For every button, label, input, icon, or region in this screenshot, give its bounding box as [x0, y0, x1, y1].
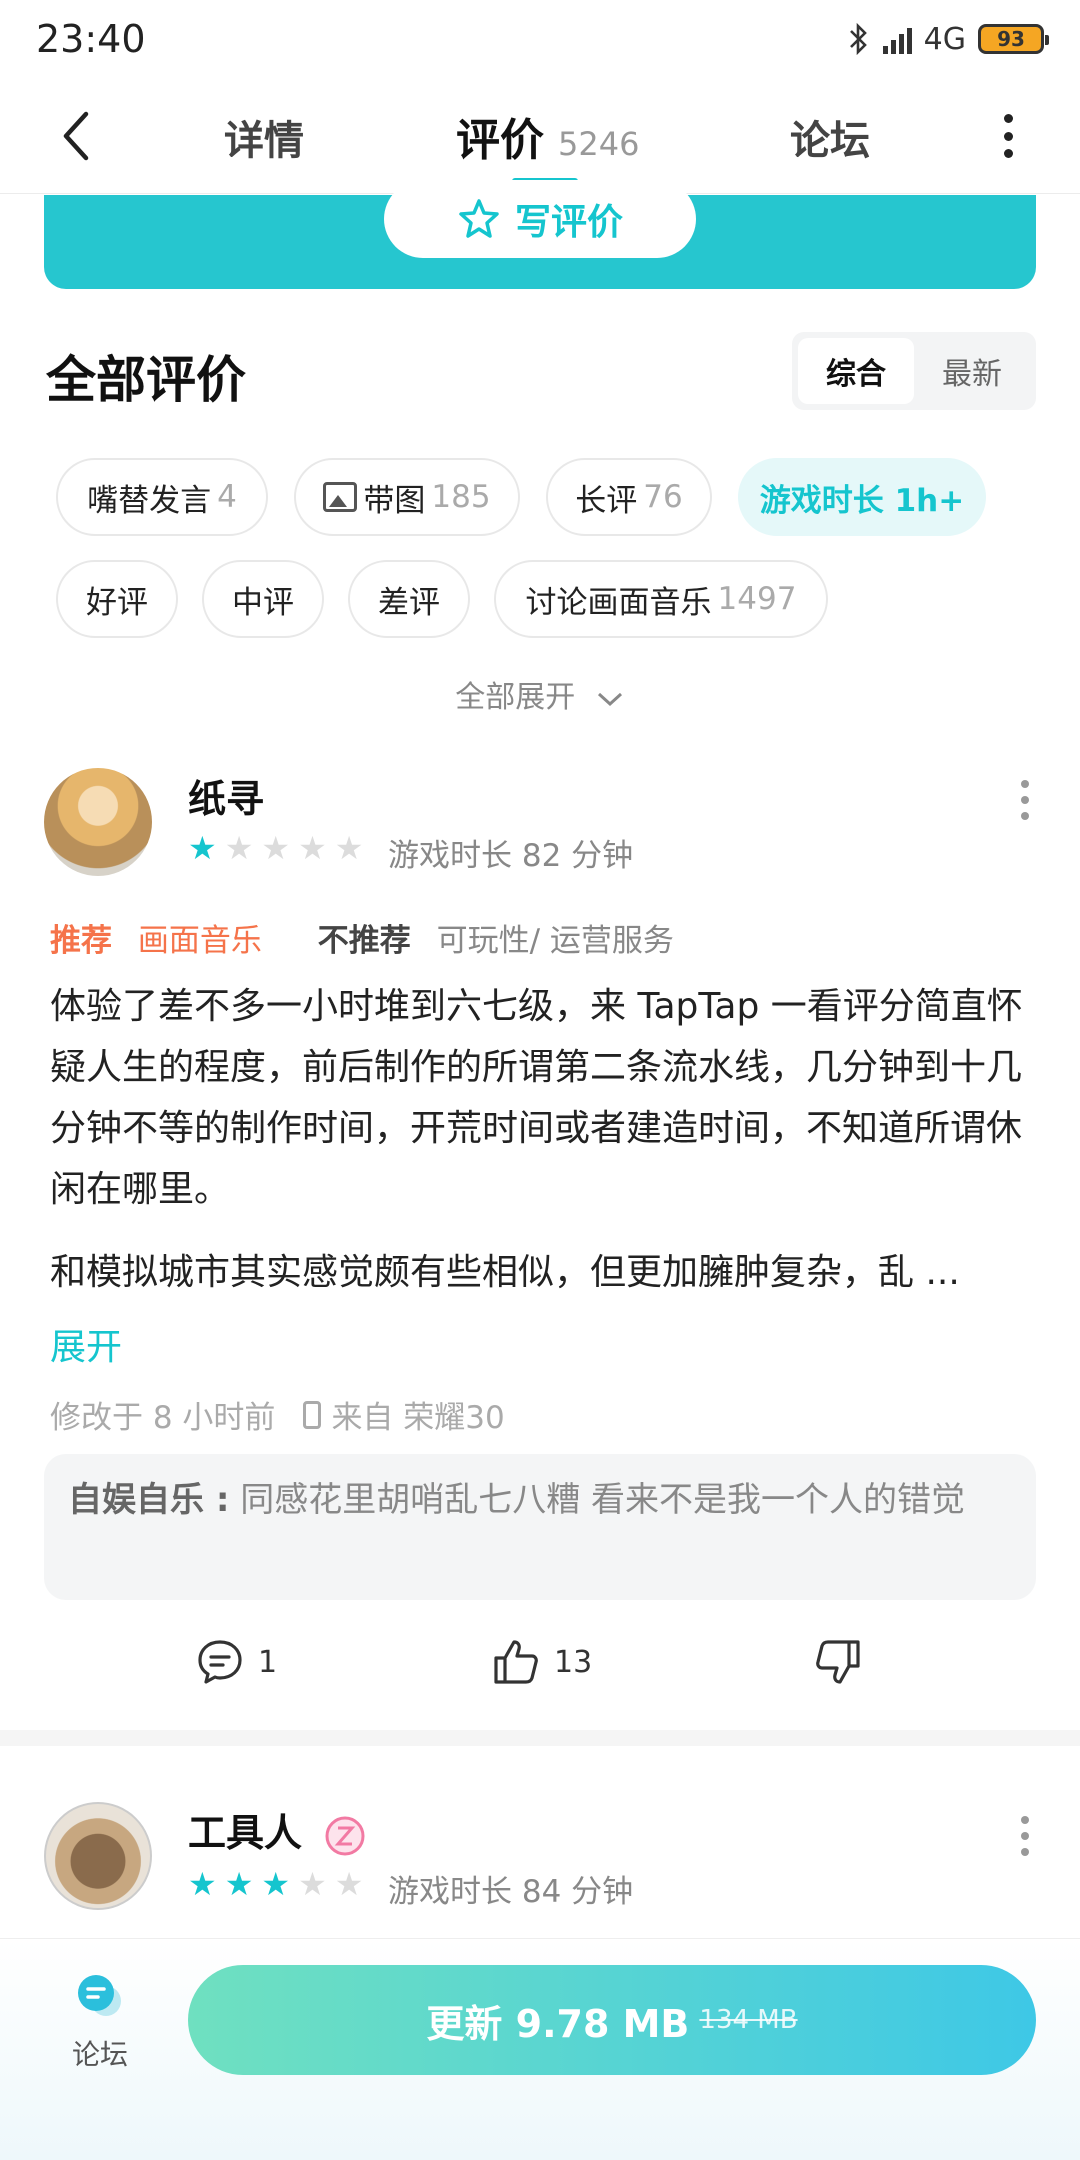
comment-icon: [198, 1640, 242, 1684]
filter-chip[interactable]: 嘴替发言 4: [56, 458, 268, 536]
review-username[interactable]: 工具人: [188, 1802, 367, 1858]
sort-comprehensive[interactable]: 综合: [798, 338, 914, 404]
review-playtime: 游戏时长 82 分钟: [388, 838, 634, 874]
sort-latest[interactable]: 最新: [914, 338, 1030, 404]
rating-stars: ★ ★ ★ ★ ★: [188, 832, 363, 864]
reply-preview[interactable]: 自娱自乐 : 同感花里胡哨乱七八糟 看来不是我一个人的错觉: [44, 1454, 1036, 1600]
more-menu-icon[interactable]: [1002, 114, 1014, 158]
star-filled-icon: ★: [224, 1865, 254, 1903]
original-size: 134 MB: [699, 2005, 798, 2035]
modified-time: 修改于 8 小时前: [50, 1400, 276, 1436]
tab-details[interactable]: 详情: [224, 108, 304, 166]
rating-stars: ★ ★ ★ ★ ★: [188, 1868, 363, 1900]
chevron-down-icon: [597, 692, 622, 706]
section-title: 全部评价: [46, 351, 246, 409]
review-playtime: 游戏时长 84 分钟: [388, 1874, 634, 1910]
review-meta: 修改于 8 小时前 来自 荣耀30: [50, 1392, 505, 1437]
user-badge-icon: [325, 1816, 365, 1855]
tab-reviews[interactable]: 评价 5246: [456, 104, 639, 168]
forum-button[interactable]: 论坛: [54, 1973, 146, 2073]
expand-all-button[interactable]: 全部展开: [0, 672, 1080, 716]
status-bar: 23:40 4G 93: [0, 0, 1080, 78]
status-time: 23:40: [36, 17, 146, 61]
filter-chip-neutral[interactable]: 中评: [202, 560, 324, 638]
avatar[interactable]: [44, 768, 152, 876]
review-paragraph: 和模拟城市其实感觉颇有些相似，但更加臃肿复杂，乱 ...: [50, 1252, 960, 1293]
filter-chip[interactable]: 长评 76: [546, 458, 712, 536]
star-empty-icon: ★: [261, 829, 291, 867]
filter-chip-playtime[interactable]: 游戏时长 1h+: [738, 458, 986, 536]
device-name: 来自 荣耀30: [331, 1400, 505, 1436]
star-empty-icon: ★: [298, 829, 327, 867]
phone-icon: [303, 1400, 322, 1429]
review-more-icon[interactable]: [1020, 780, 1030, 820]
write-review-button[interactable]: 写评价: [384, 180, 696, 258]
review-username[interactable]: 纸寻: [188, 768, 264, 823]
reply-author: 自娱自乐 :: [68, 1480, 230, 1520]
recommend-label: 推荐: [50, 923, 112, 959]
nav-bar: 详情 评价 5246 论坛: [0, 78, 1080, 194]
star-filled-icon: ★: [261, 1865, 291, 1903]
filter-chip-negative[interactable]: 差评: [348, 560, 470, 638]
star-empty-icon: ★: [224, 829, 254, 867]
review-actions: 1 13: [0, 1636, 1080, 1696]
star-filled-icon: ★: [188, 829, 217, 867]
star-empty-icon: ★: [298, 1865, 327, 1903]
battery-level: 93: [997, 27, 1025, 51]
review-count: 5246: [558, 125, 640, 163]
not-recommend-items: 可玩性/ 运营服务: [436, 923, 674, 959]
battery-icon: 93: [978, 24, 1049, 54]
section-divider: [0, 1730, 1080, 1746]
comment-count: 1: [258, 1644, 278, 1680]
review-tags: 推荐 画面音乐 不推荐 可玩性/ 运营服务: [50, 915, 674, 960]
star-empty-icon: ★: [334, 1865, 364, 1903]
forum-icon: [78, 1975, 121, 2016]
star-empty-icon: ★: [334, 829, 364, 867]
filter-chip[interactable]: 讨论画面音乐 1497: [494, 560, 828, 638]
update-label: 更新 9.78 MB: [426, 2001, 690, 2046]
forum-label: 论坛: [71, 2038, 128, 2071]
bottom-bar: 论坛 更新 9.78 MB 134 MB: [0, 1938, 1080, 2160]
review-paragraph: 体验了差不多一小时堆到六七级，来 TapTap 一看评分简直怀疑人生的程度，前后…: [50, 986, 1023, 1210]
image-icon: [323, 482, 358, 512]
star-outline-icon: [459, 199, 499, 238]
avatar[interactable]: [44, 1802, 152, 1910]
review-more-icon[interactable]: [1020, 1816, 1030, 1856]
status-icons: 4G 93: [845, 21, 1049, 57]
reply-text: 同感花里胡哨乱七八糟 看来不是我一个人的错觉: [240, 1480, 966, 1520]
thumbs-down-icon: [816, 1640, 860, 1684]
filter-chip-images[interactable]: 带图 185: [294, 458, 520, 536]
network-type: 4G: [923, 21, 966, 57]
like-button[interactable]: 13: [490, 1636, 592, 1688]
recommend-items: 画面音乐: [137, 923, 262, 959]
not-recommend-label: 不推荐: [317, 923, 411, 959]
star-filled-icon: ★: [188, 1865, 217, 1903]
bluetooth-icon: [849, 22, 867, 56]
thumbs-up-icon: [494, 1640, 538, 1684]
back-arrow-icon[interactable]: [56, 106, 96, 166]
filter-chip-positive[interactable]: 好评: [56, 560, 178, 638]
comment-button[interactable]: 1: [194, 1636, 277, 1688]
like-count: 13: [554, 1644, 593, 1680]
update-button[interactable]: 更新 9.78 MB 134 MB: [188, 1965, 1036, 2075]
signal-icon: [882, 24, 912, 54]
sort-toggle: 综合 最新: [792, 332, 1036, 410]
tab-forum[interactable]: 论坛: [790, 108, 870, 166]
dislike-button[interactable]: [812, 1636, 864, 1688]
expand-review-link[interactable]: 展开: [50, 1318, 122, 1370]
